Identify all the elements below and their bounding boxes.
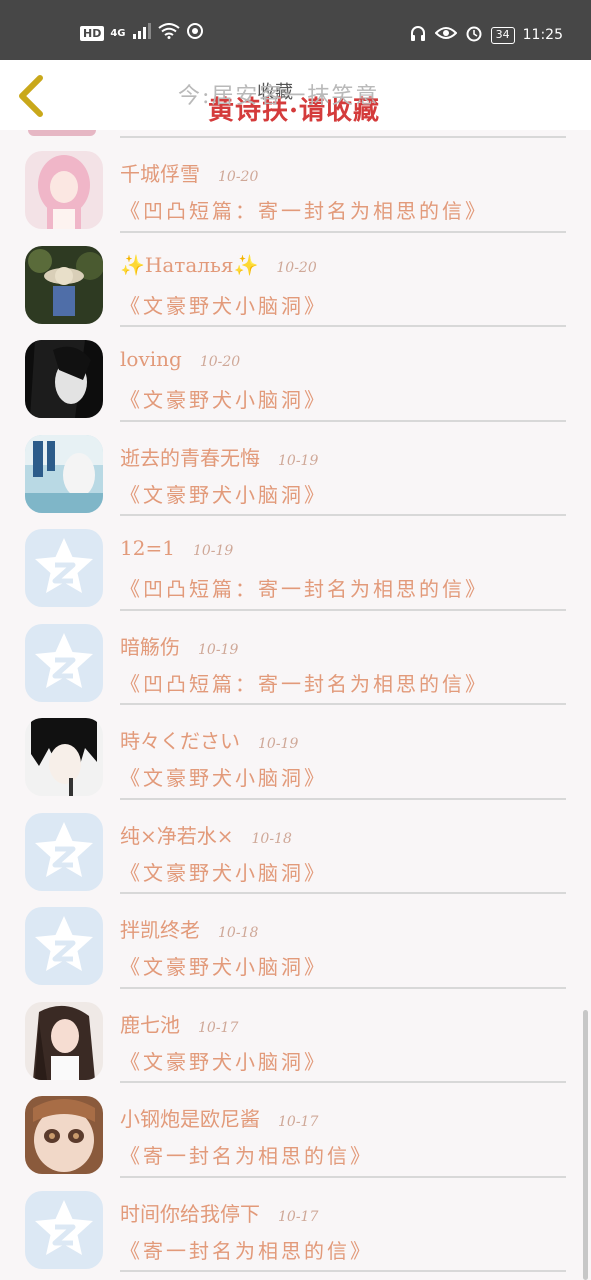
partial-avatar	[28, 130, 96, 136]
status-bar: HD 4G 34 11:25	[0, 0, 591, 60]
back-button[interactable]	[14, 74, 50, 118]
signal-icon	[132, 23, 152, 43]
list-item[interactable]: 12=1 10-19 《凹凸短篇：寄一封名为相思的信》	[0, 516, 591, 611]
book-title: 《文豪野犬小脑洞》	[120, 1049, 327, 1074]
headphones-icon	[409, 24, 427, 46]
book-title: 《寄一封名为相思的信》	[120, 1238, 373, 1263]
date: 10-20	[276, 259, 317, 276]
date: 10-18	[218, 925, 259, 941]
qq-star-icon	[25, 623, 103, 702]
list-item[interactable]: loving 10-20 《文豪野犬小脑洞》	[0, 327, 591, 422]
date: 10-17	[198, 1019, 239, 1036]
default-avatar	[25, 812, 103, 891]
scrollbar[interactable]	[583, 1010, 588, 1280]
date: 10-19	[192, 543, 234, 559]
list-item[interactable]: 拌凯终老 10-18 《文豪野犬小脑洞》	[0, 894, 591, 989]
default-avatar	[25, 623, 103, 702]
date: 10-20	[218, 169, 259, 185]
book-title: 《凹凸短篇：寄一封名为相思的信》	[120, 577, 488, 601]
book-title: 《凹凸短篇：寄一封名为相思的信》	[120, 671, 488, 696]
book-title: 《文豪野犬小脑洞》	[120, 482, 327, 507]
date: 10-18	[251, 830, 292, 847]
book-title: 《寄一封名为相思的信》	[120, 1144, 373, 1168]
list-item[interactable]: 纯×净若水× 10-18 《文豪野犬小脑洞》	[0, 800, 591, 894]
book-title: 《文豪野犬小脑洞》	[120, 293, 327, 318]
nickname: 小钢炮是欧尼酱	[120, 1107, 260, 1131]
avatar	[25, 718, 103, 796]
nickname: 纯×净若水×	[120, 823, 234, 848]
back-arrow-icon	[19, 75, 43, 117]
date: 10-19	[258, 736, 299, 752]
list-item[interactable]: 时间你给我停下 10-17 《寄一封名为相思的信》	[0, 1178, 591, 1272]
date: 10-17	[278, 1208, 319, 1225]
list-item[interactable]: 小钢炮是欧尼酱 10-17 《寄一封名为相思的信》	[0, 1083, 591, 1178]
qq-star-icon	[25, 529, 103, 607]
nickname: ✨Наталья✨	[120, 252, 259, 277]
book-title: 《文豪野犬小脑洞》	[120, 388, 327, 412]
nickname: loving	[120, 347, 182, 371]
book-title: 《文豪野犬小脑洞》	[120, 955, 327, 979]
clock: 11:25	[522, 27, 563, 43]
list-item[interactable]: 千城俘雪 10-20 《凹凸短篇：寄一封名为相思的信》	[0, 138, 591, 233]
eye-icon	[434, 25, 458, 45]
list-item[interactable]: 暗觞伤 10-19 《凹凸短篇：寄一封名为相思的信》	[0, 611, 591, 705]
qq-star-icon	[25, 1190, 103, 1269]
book-title: 《文豪野犬小脑洞》	[120, 860, 327, 885]
hd-badge: HD	[80, 25, 105, 41]
avatar	[25, 1096, 103, 1174]
qq-star-icon	[25, 907, 103, 985]
wifi-icon	[157, 23, 180, 43]
default-avatar	[25, 529, 103, 607]
nickname: 逝去的青春无悔	[120, 445, 260, 470]
list-item[interactable]: ✨Наталья✨ 10-20 《文豪野犬小脑洞》	[0, 233, 591, 327]
divider	[120, 1270, 566, 1272]
date: 10-17	[278, 1114, 319, 1130]
date: 10-20	[199, 354, 241, 370]
avatar	[25, 1001, 103, 1080]
avatar	[25, 151, 103, 229]
default-avatar	[25, 907, 103, 985]
nickname: 千城俘雪	[120, 162, 200, 186]
nickname: 时间你给我停下	[120, 1201, 260, 1226]
data-saver-icon	[186, 22, 204, 44]
favorites-list: 千城俘雪 10-20 《凹凸短篇：寄一封名为相思的信》 ✨Наталья✨ 10-2…	[0, 130, 591, 1280]
nickname: 暗觞伤	[120, 634, 180, 659]
avatar	[25, 340, 103, 418]
list-item[interactable]: 時々ください 10-19 《文豪野犬小脑洞》	[0, 705, 591, 800]
qq-star-icon	[25, 812, 103, 891]
avatar	[25, 434, 103, 513]
avatar	[25, 245, 103, 324]
overlay-subtitle: 今:居安客一抹笑意	[178, 84, 380, 109]
nickname: 拌凯终老	[120, 918, 200, 942]
network-label: 4G	[110, 27, 126, 39]
nickname: 鹿七池	[120, 1012, 180, 1037]
book-title: 《文豪野犬小脑洞》	[120, 766, 327, 790]
nickname: 時々ください	[120, 729, 240, 753]
list-item[interactable]: 鹿七池 10-17 《文豪野犬小脑洞》	[0, 989, 591, 1083]
date: 10-19	[198, 641, 239, 658]
battery-indicator: 34	[490, 26, 515, 44]
alarm-icon	[465, 24, 483, 46]
default-avatar	[25, 1190, 103, 1269]
date: 10-19	[278, 452, 319, 469]
nickname: 12=1	[120, 536, 175, 560]
list-item[interactable]: 逝去的青春无悔 10-19 《文豪野犬小脑洞》	[0, 422, 591, 516]
book-title: 《凹凸短篇：寄一封名为相思的信》	[120, 199, 488, 223]
